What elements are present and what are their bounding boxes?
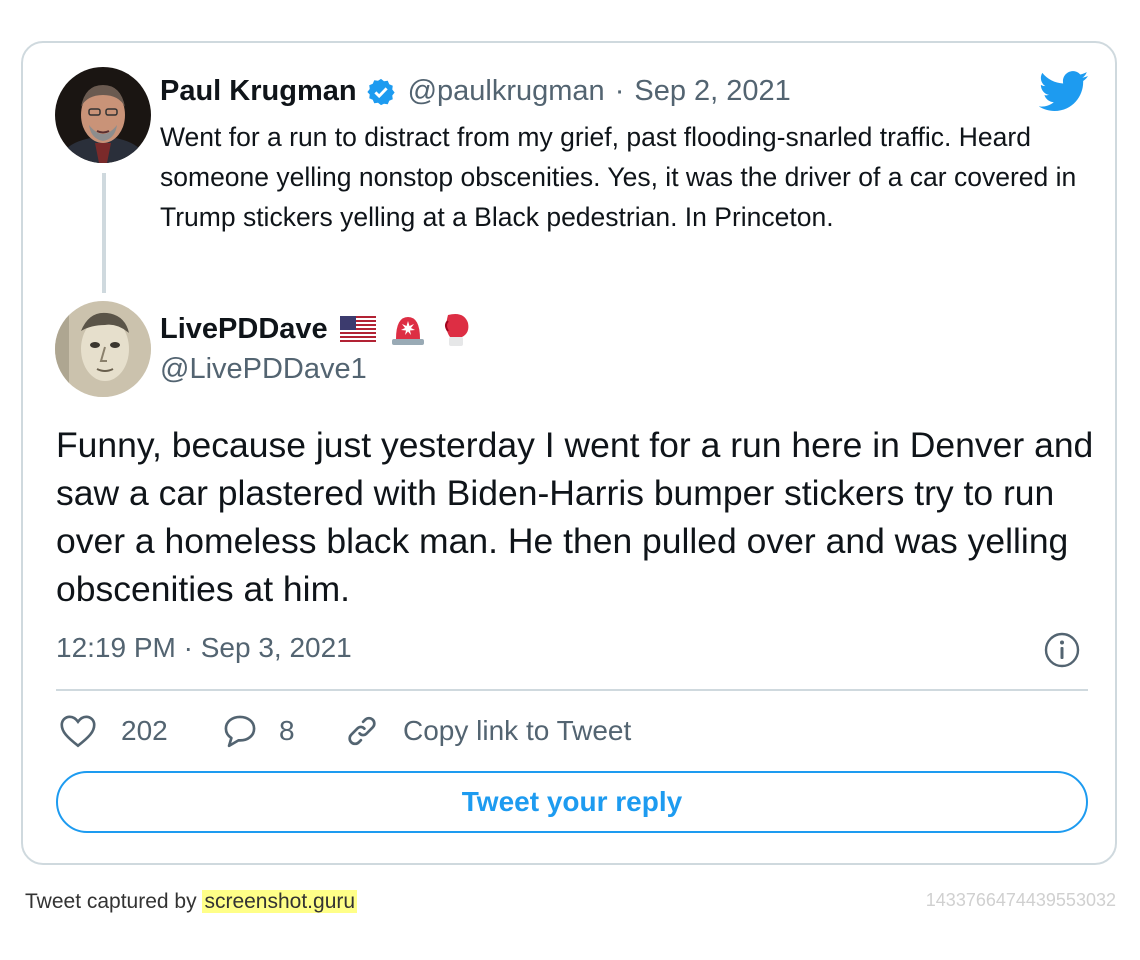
reply-author-handle[interactable]: @LivePDDave1 <box>160 353 367 386</box>
link-icon <box>343 712 381 750</box>
quoted-tweet-date[interactable]: Sep 2, 2021 <box>634 75 790 108</box>
captured-by-label: Tweet captured by <box>25 890 197 913</box>
boxing-glove-icon <box>440 311 472 347</box>
meta-separator: · <box>614 75 625 107</box>
quoted-author-name[interactable]: Paul Krugman <box>160 75 357 108</box>
quoted-tweet-text: Went for a run to distract from my grief… <box>160 122 1077 232</box>
reply-tweet-text: Funny, because just yesterday I went for… <box>56 425 1094 609</box>
info-icon[interactable] <box>1044 632 1080 668</box>
reply-timestamp[interactable]: 12:19 PM · Sep 3, 2021 <box>56 632 352 664</box>
like-count: 202 <box>121 715 168 746</box>
tweet-card: Paul Krugman @paulkrugman · Sep 2, 2021 … <box>21 41 1117 865</box>
us-flag-icon <box>339 316 376 342</box>
twitter-bird-icon[interactable] <box>1038 71 1089 113</box>
tweet-your-reply-button[interactable]: Tweet your reply <box>56 771 1088 833</box>
thread-line <box>102 173 106 293</box>
reply-count: 8 <box>279 715 295 746</box>
copy-link-label: Copy link to Tweet <box>403 715 632 746</box>
quoted-author-handle[interactable]: @paulkrugman <box>408 75 605 108</box>
heart-icon <box>59 714 97 748</box>
comment-bubble-icon <box>221 713 259 749</box>
tweet-id: 1433766474439553032 <box>925 890 1116 910</box>
screenshot-guru-link[interactable]: screenshot.guru <box>202 890 358 913</box>
action-divider <box>56 689 1088 691</box>
verified-badge-icon <box>366 77 396 107</box>
reply-count-button[interactable]: 8 <box>221 711 295 751</box>
copy-link-button[interactable]: Copy link to Tweet <box>343 711 631 751</box>
police-light-icon <box>390 311 426 347</box>
krugman-avatar[interactable] <box>55 67 151 163</box>
capture-credit: Tweet captured by screenshot.guru <box>25 890 358 914</box>
livepddave-avatar[interactable] <box>55 301 151 397</box>
like-button[interactable]: 202 <box>59 711 168 751</box>
reply-author-name[interactable]: LivePDDave <box>160 313 328 346</box>
